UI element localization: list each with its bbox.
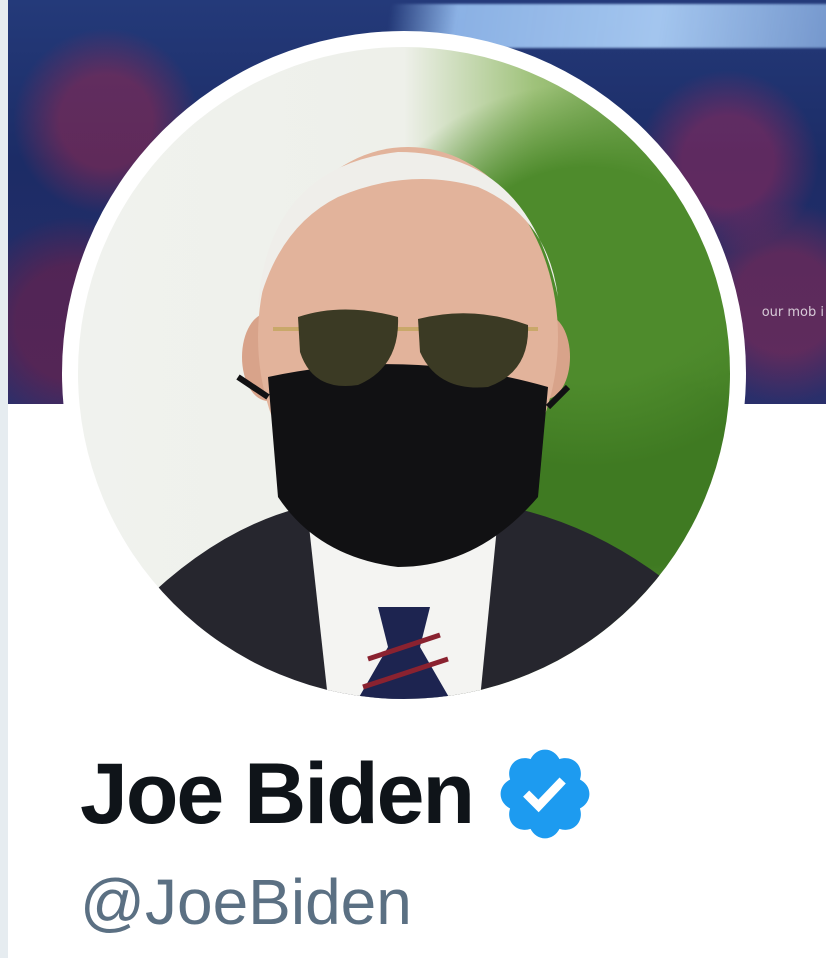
avatar-portrait <box>78 147 730 699</box>
profile-name-row: Joe Biden <box>80 744 597 844</box>
profile-avatar[interactable] <box>78 47 730 699</box>
banner-caption: our mob i <box>761 305 824 320</box>
page-edge <box>0 0 8 958</box>
display-name[interactable]: Joe Biden <box>80 744 475 844</box>
verified-badge-icon[interactable] <box>493 742 597 846</box>
profile-handle: @JoeBiden <box>80 866 412 938</box>
